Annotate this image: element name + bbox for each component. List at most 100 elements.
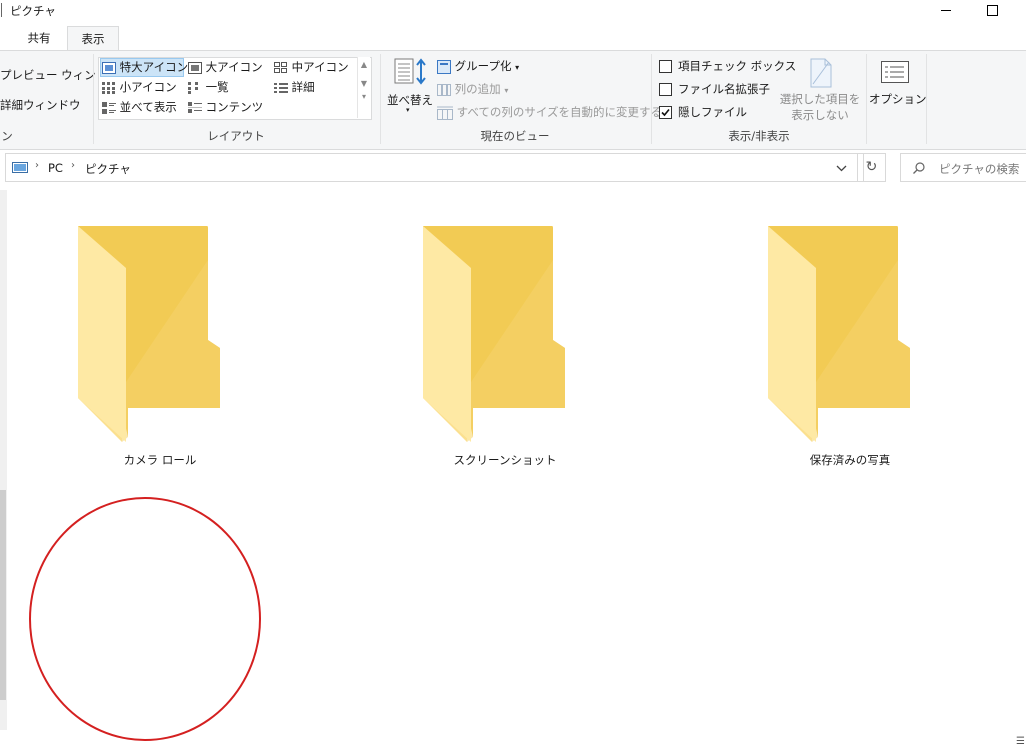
options-button[interactable]: オプション — [869, 60, 927, 120]
hidden-items-toggle[interactable]: 隠しファイル — [659, 104, 747, 120]
folder-icon — [768, 226, 910, 442]
group-by-icon — [437, 59, 451, 74]
details-view-icon[interactable]: ☰ — [1016, 736, 1025, 747]
sort-by-label: 並べ替え — [387, 93, 433, 107]
folder-icon — [78, 226, 220, 442]
checkmark-icon — [661, 108, 670, 117]
small-icons-icon — [102, 81, 115, 94]
hide-selected-button[interactable]: 選択した項目を 表示しない — [778, 58, 862, 124]
add-column-icon — [437, 83, 451, 96]
hidden-items-checkbox[interactable] — [659, 106, 672, 119]
tab-view[interactable]: 表示 — [67, 26, 119, 52]
layout-item-label: 大アイコン — [205, 60, 263, 74]
item-checkboxes-toggle[interactable]: 項目チェック ボックス — [659, 58, 796, 74]
address-history-chevron-icon[interactable] — [836, 165, 847, 172]
address-bar[interactable]: › PC › ピクチャ — [5, 153, 864, 182]
group-divider — [93, 54, 94, 144]
list-icon — [188, 81, 198, 94]
layout-small-icons[interactable]: 小アイコン — [102, 78, 177, 97]
layout-item-label: 詳細 — [291, 80, 315, 94]
refresh-button[interactable]: ↻ — [857, 153, 886, 182]
layout-item-label: 一覧 — [205, 80, 229, 94]
layout-item-label: 中アイコン — [291, 60, 349, 74]
refresh-icon: ↻ — [865, 159, 878, 175]
file-extensions-checkbox[interactable] — [659, 83, 672, 96]
add-column-label: 列の追加 — [454, 82, 501, 96]
search-icon — [913, 162, 925, 174]
sort-dropdown-icon: ▾ — [406, 106, 410, 114]
layout-details[interactable]: 詳細 — [274, 78, 315, 97]
add-column-dropdown-icon: ▾ — [504, 86, 509, 95]
extra-large-icons-icon — [102, 61, 116, 74]
folder-item[interactable]: 保存済みの写真 — [760, 220, 940, 480]
scroll-up-icon[interactable]: ▲ — [358, 60, 370, 69]
layout-item-label: コンテンツ — [205, 100, 264, 114]
breadcrumb-pictures[interactable]: ピクチャ — [85, 161, 131, 177]
show-hide-group-label: 表示/非表示 — [728, 129, 790, 143]
window-title: ピクチャ — [10, 4, 56, 18]
group-divider — [651, 54, 652, 144]
layout-item-label: 特大アイコン — [119, 60, 189, 74]
layout-medium-icons[interactable]: 中アイコン — [274, 58, 349, 77]
options-icon — [881, 61, 909, 83]
fit-columns-label: すべての列のサイズを自動的に変更する — [456, 105, 663, 119]
nav-pane-scroll-thumb[interactable] — [0, 490, 6, 700]
search-placeholder: ピクチャの検索 — [939, 162, 1020, 176]
options-label: オプション — [869, 92, 927, 106]
layout-item-label: 小アイコン — [119, 80, 177, 94]
breadcrumb-chevron-icon: › — [35, 160, 39, 171]
group-by-label: グループ化 — [454, 59, 512, 73]
title-bar — [0, 0, 1026, 22]
group-divider — [866, 54, 867, 144]
hide-selected-label-1: 選択した項目を — [779, 92, 861, 106]
layout-group-label: レイアウト — [207, 129, 265, 143]
tab-share[interactable]: 共有 — [16, 26, 62, 50]
panes-group-label: ン — [1, 129, 13, 143]
details-pane-button[interactable]: 詳細ウィンドウ — [0, 97, 81, 113]
hide-selected-label-2: 表示しない — [791, 108, 849, 122]
folder-item[interactable]: カメラ ロール — [70, 220, 250, 480]
fit-columns-button[interactable]: すべての列のサイズを自動的に変更する — [437, 104, 662, 120]
folder-icon — [423, 226, 565, 442]
breadcrumb-pc[interactable]: PC — [48, 161, 63, 175]
fit-columns-icon — [437, 106, 453, 120]
file-extensions-label: ファイル名拡張子 — [678, 82, 770, 96]
medium-icons-icon — [274, 61, 287, 73]
gallery-expand-icon[interactable]: ▾ — [358, 92, 370, 101]
annotation-circle — [29, 497, 261, 741]
maximize-button[interactable] — [982, 0, 1002, 20]
folder-name: 保存済みの写真 — [809, 453, 891, 467]
minimize-button[interactable] — [936, 0, 956, 20]
item-checkboxes-checkbox[interactable] — [659, 60, 672, 73]
folder-name: カメラ ロール — [123, 453, 197, 467]
large-icons-icon — [188, 61, 202, 74]
sort-by-button[interactable]: 並べ替え ▾ — [386, 56, 433, 118]
title-separator — [1, 3, 2, 17]
layout-content[interactable]: コンテンツ — [188, 98, 263, 117]
layout-item-label: 並べて表示 — [119, 100, 177, 114]
group-divider — [926, 54, 927, 144]
tiles-icon — [102, 101, 116, 114]
search-box[interactable]: ピクチャの検索 — [900, 153, 1026, 182]
details-icon — [274, 82, 288, 93]
hidden-items-label: 隠しファイル — [678, 105, 747, 119]
layout-gallery-scroll[interactable]: ▲ ▼ ▾ — [357, 57, 370, 118]
layout-extra-large-icons[interactable]: 特大アイコン — [102, 58, 188, 77]
file-extensions-toggle[interactable]: ファイル名拡張子 — [659, 81, 770, 97]
add-column-button[interactable]: 列の追加 ▾ — [437, 81, 508, 97]
layout-large-icons[interactable]: 大アイコン — [188, 58, 263, 77]
layout-list[interactable]: 一覧 — [188, 78, 229, 97]
content-icon — [188, 101, 202, 113]
folder-item[interactable]: スクリーンショット — [415, 220, 595, 480]
group-by-dropdown-icon: ▾ — [515, 63, 520, 72]
breadcrumb-chevron-icon: › — [71, 160, 75, 171]
scroll-down-icon[interactable]: ▼ — [358, 79, 370, 88]
sort-icon — [394, 58, 426, 85]
layout-tiles[interactable]: 並べて表示 — [102, 98, 177, 117]
group-by-button[interactable]: グループ化 ▾ — [437, 58, 519, 74]
current-view-group-label: 現在のビュー — [480, 129, 550, 143]
hide-selected-icon — [810, 58, 832, 88]
folder-name: スクリーンショット — [453, 453, 557, 467]
pc-icon — [12, 162, 28, 173]
group-divider — [380, 54, 381, 144]
